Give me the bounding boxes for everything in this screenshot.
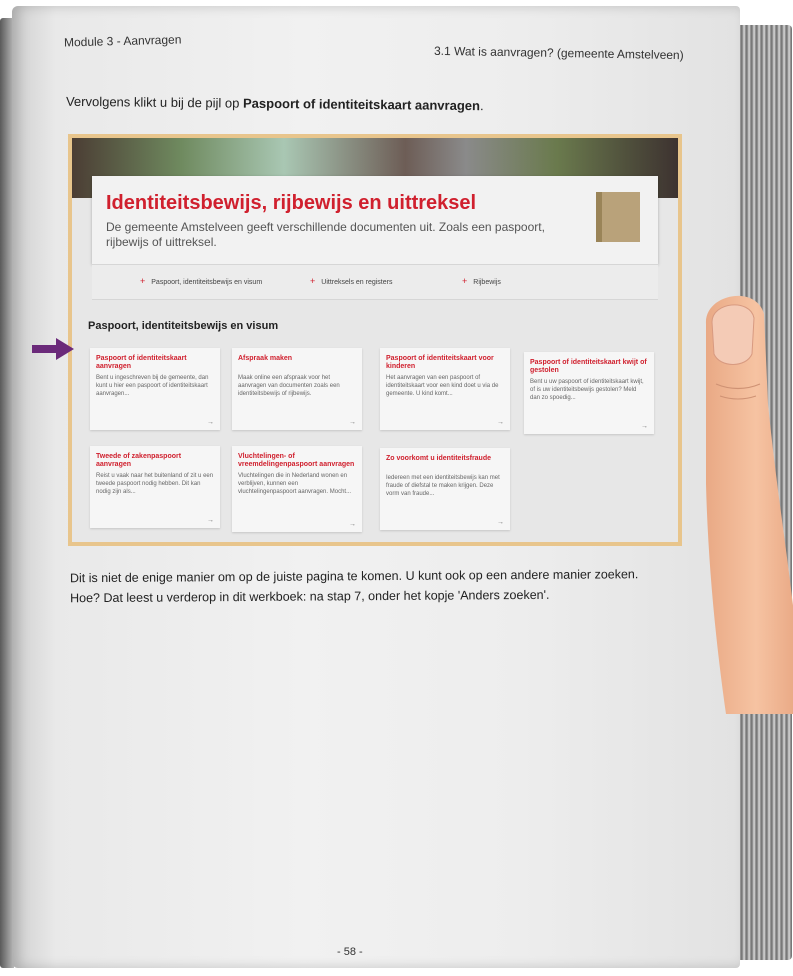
arrow-right-icon: → (497, 519, 504, 526)
tile-afspraak-maken[interactable]: Afspraak maken Maak online een afspraak … (232, 348, 362, 430)
tile-paspoort-aanvragen[interactable]: Paspoort of identiteitskaart aanvragen B… (90, 348, 220, 430)
tile-text: Het aanvragen van een paspoort of identi… (386, 375, 499, 397)
arrow-right-icon: → (349, 419, 356, 426)
book-page: Module 3 - Aanvragen 3.1 Wat is aanvrage… (12, 6, 740, 968)
tile-text: Bent u ingeschreven bij de gemeente, dan… (96, 375, 209, 397)
tile-kinderen[interactable]: Paspoort of identiteitskaart voor kinder… (380, 348, 510, 430)
tile-kwijt-gestolen[interactable]: Paspoort of identiteitskaart kwijt of ge… (524, 352, 654, 434)
tile-text: Vluchtelingen die in Nederland wonen en … (238, 473, 352, 495)
arrow-pointer-icon (32, 338, 74, 360)
body-paragraph: Dit is niet de enige manier om op de jui… (70, 564, 700, 608)
tile-title: Paspoort of identiteitskaart aanvragen (96, 355, 187, 370)
tile-title: Afspraak maken (238, 355, 293, 362)
tile-title: Paspoort of identiteitskaart voor kinder… (386, 355, 494, 370)
arrow-right-icon: → (641, 423, 648, 430)
instruction-link-name: Paspoort of identiteitskaart aanvragen (242, 95, 481, 114)
arrow-right-icon: → (349, 521, 356, 528)
arrow-right-icon: → (207, 517, 214, 524)
hero-description: De gemeente Amstelveen geeft verschillen… (106, 220, 545, 249)
running-header-module: Module 3 - Aanvragen (63, 32, 182, 50)
tile-identiteitsfraude[interactable]: Zo voorkomt u identiteitsfraude Iedereen… (380, 448, 510, 530)
hand-thumb-icon (705, 296, 793, 714)
category-link[interactable]: + Rijbewijs (462, 276, 501, 286)
tile-vluchtelingen[interactable]: Vluchtelingen- of vreemdelingenpaspoort … (232, 446, 362, 532)
running-header-section: 3.1 Wat is aanvragen? (gemeente Amstelve… (434, 43, 685, 63)
tile-text: Bent u uw paspoort of identiteitskaart k… (530, 379, 644, 401)
plus-icon: + (462, 276, 468, 286)
tile-text: Maak online een afspraak voor het aanvra… (238, 375, 340, 397)
tile-zakenpaspoort[interactable]: Tweede of zakenpaspoort aanvragen Reist … (90, 446, 220, 528)
plus-icon: + (140, 276, 146, 286)
tile-title: Zo voorkomt u identiteitsfraude (386, 455, 492, 462)
book-icon (596, 192, 640, 242)
hero-title: Identiteitsbewijs, rijbewijs en uittreks… (106, 192, 477, 214)
tile-title: Vluchtelingen- of vreemdelingenpaspoort … (238, 453, 355, 468)
book-scene: Module 3 - Aanvragen 3.1 Wat is aanvrage… (0, 0, 793, 976)
website-screenshot: Identiteitsbewijs, rijbewijs en uittreks… (68, 134, 682, 546)
tile-title: Tweede of zakenpaspoort aanvragen (96, 453, 182, 468)
section-title: Paspoort, identiteitsbewijs en visum (88, 320, 279, 332)
page-number: - 58 - (337, 946, 363, 958)
arrow-right-icon: → (207, 419, 214, 426)
category-link[interactable]: + Paspoort, identiteitsbewijs en visum (140, 276, 262, 286)
tile-title: Paspoort of identiteitskaart kwijt of ge… (530, 359, 647, 374)
tile-text: Reist u vaak naar het buitenland of zit … (96, 473, 214, 495)
category-link[interactable]: + Uittreksels en registers (310, 276, 392, 286)
category-link-label: Paspoort, identiteitsbewijs en visum (151, 279, 263, 286)
instruction-text: Vervolgens klikt u bij de pijl op Paspoo… (66, 94, 484, 113)
body-line: Hoe? Dat leest u verderop in dit werkboe… (70, 587, 550, 606)
category-link-label: Rijbewijs (473, 279, 501, 286)
tile-text: Iedereen met een identiteitsbewijs kan m… (386, 475, 500, 497)
category-link-label: Uittreksels en registers (321, 279, 393, 286)
instruction-suffix: . (479, 98, 484, 114)
hero-card: Identiteitsbewijs, rijbewijs en uittreks… (92, 176, 658, 264)
category-links: + Paspoort, identiteitsbewijs en visum + U… (92, 264, 658, 300)
arrow-right-icon: → (497, 419, 504, 426)
instruction-prefix: Vervolgens klikt u bij de pijl op (65, 93, 244, 111)
plus-icon: + (310, 276, 316, 286)
